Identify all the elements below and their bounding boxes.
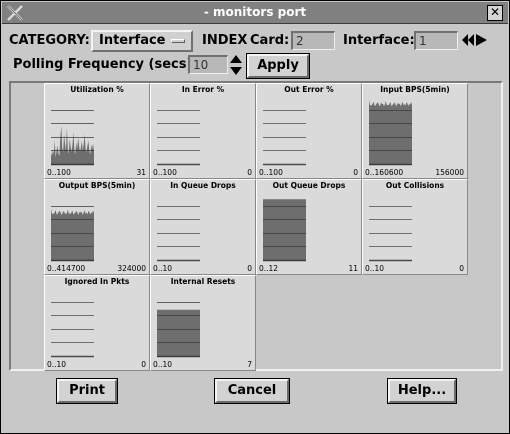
monitors-port-window: - monitors port ✕ CATEGORY: Interface IN… <box>0 0 510 434</box>
graph-plot <box>263 199 306 262</box>
category-option-menu[interactable]: Interface <box>91 30 193 52</box>
graph-ignored-in-pkts: Ignored In Pkts 0..10 0 <box>44 275 150 371</box>
title-bar[interactable]: - monitors port ✕ <box>2 2 508 24</box>
graph-plot <box>51 206 94 262</box>
graph-range: 0..100 <box>259 168 283 177</box>
graph-current-value: 0 <box>247 264 252 273</box>
graph-output-bps-5min: Output BPS(5min) 0..414700 324000 <box>44 179 150 275</box>
graph-fill <box>51 125 94 164</box>
graph-plot <box>51 302 94 358</box>
graph-plot <box>369 99 412 166</box>
graph-title: Ignored In Pkts <box>64 277 130 286</box>
graph-current-value: 7 <box>247 360 252 369</box>
graph-plot <box>157 206 200 262</box>
graph-fill <box>157 309 200 356</box>
graph-range: 0..160600 <box>365 168 404 177</box>
category-label: CATEGORY: <box>9 33 90 48</box>
graph-current-value: 0 <box>353 168 358 177</box>
category-value: Interface <box>99 33 166 48</box>
graph-current-value: 0 <box>459 264 464 273</box>
cancel-button[interactable]: Cancel <box>214 378 290 404</box>
close-icon[interactable]: ✕ <box>487 5 503 21</box>
graph-range: 0..100 <box>153 168 177 177</box>
graph-current-value: 0 <box>141 360 146 369</box>
option-menu-indicator-icon <box>171 39 185 43</box>
graphs-grid: Utilization % 0..100 31 In Error % 0..100 0 Ou… <box>44 83 468 371</box>
card-field[interactable]: 2 <box>291 31 335 50</box>
graph-title: Out Collisions <box>385 181 445 190</box>
apply-button[interactable]: Apply <box>246 53 310 79</box>
graph-title: Input BPS(5min) <box>380 85 450 94</box>
graph-range: 0..10 <box>47 360 67 369</box>
graph-plot <box>263 110 306 166</box>
selection-row: CATEGORY: Interface INDEX Card: 2 Interf… <box>9 30 505 52</box>
polling-row: Polling Frequency (secs): 10 Apply <box>13 53 505 79</box>
graph-plot <box>157 302 200 358</box>
print-button[interactable]: Print <box>56 378 118 404</box>
graph-fill <box>263 199 306 260</box>
graph-input-bps-5min: Input BPS(5min) 0..160600 156000 <box>362 83 468 179</box>
index-label: INDEX <box>202 33 248 48</box>
graph-range: 0..12 <box>259 264 279 273</box>
graph-current-value: 0 <box>247 168 252 177</box>
graph-out-error: Out Error % 0..100 0 <box>256 83 362 179</box>
graph-internal-resets: Internal Resets 0..10 7 <box>150 275 256 371</box>
graph-title: In Error % <box>181 85 225 94</box>
spinner-arrows-icon[interactable] <box>229 54 243 76</box>
graph-plot <box>369 206 412 262</box>
card-label: Card: <box>250 33 290 48</box>
graph-range: 0..10 <box>153 360 173 369</box>
graph-out-collisions: Out Collisions 0..10 0 <box>362 179 468 275</box>
graph-in-error: In Error % 0..100 0 <box>150 83 256 179</box>
graph-title: In Queue Drops <box>170 181 236 190</box>
graph-title: Internal Resets <box>170 277 236 286</box>
graph-fill <box>369 99 412 164</box>
graph-fill <box>51 208 94 260</box>
help-button[interactable]: Help... <box>387 378 457 404</box>
graph-title: Utilization % <box>70 85 124 94</box>
graph-current-value: 11 <box>348 264 358 273</box>
graph-title: Out Queue Drops <box>272 181 346 190</box>
graph-in-queue-drops: In Queue Drops 0..10 0 <box>150 179 256 275</box>
polling-label: Polling Frequency (secs): <box>13 57 198 72</box>
window-title: - monitors port <box>203 5 307 19</box>
graph-out-queue-drops: Out Queue Drops 0..12 11 <box>256 179 362 275</box>
graph-range: 0..414700 <box>47 264 86 273</box>
polling-field[interactable]: 10 <box>188 55 228 74</box>
graph-range: 0..10 <box>365 264 385 273</box>
interface-label: Interface: <box>343 33 415 48</box>
next-arrow-icon[interactable] <box>475 33 489 47</box>
graph-current-value: 31 <box>136 168 146 177</box>
graph-range: 0..10 <box>153 264 173 273</box>
graph-title: Out Error % <box>284 85 334 94</box>
graph-plot <box>157 110 200 166</box>
graph-title: Output BPS(5min) <box>58 181 136 190</box>
graphs-panel: Utilization % 0..100 31 In Error % 0..100 0 Ou… <box>9 81 503 371</box>
graph-current-value: 156000 <box>435 168 464 177</box>
action-buttons: Print Cancel Help... <box>1 373 509 433</box>
graph-range: 0..100 <box>47 168 71 177</box>
graph-utilization: Utilization % 0..100 31 <box>44 83 150 179</box>
graph-plot <box>51 110 94 166</box>
interface-field[interactable]: 1 <box>414 31 458 50</box>
previous-arrow-icon[interactable] <box>461 33 475 47</box>
graph-current-value: 324000 <box>117 264 146 273</box>
